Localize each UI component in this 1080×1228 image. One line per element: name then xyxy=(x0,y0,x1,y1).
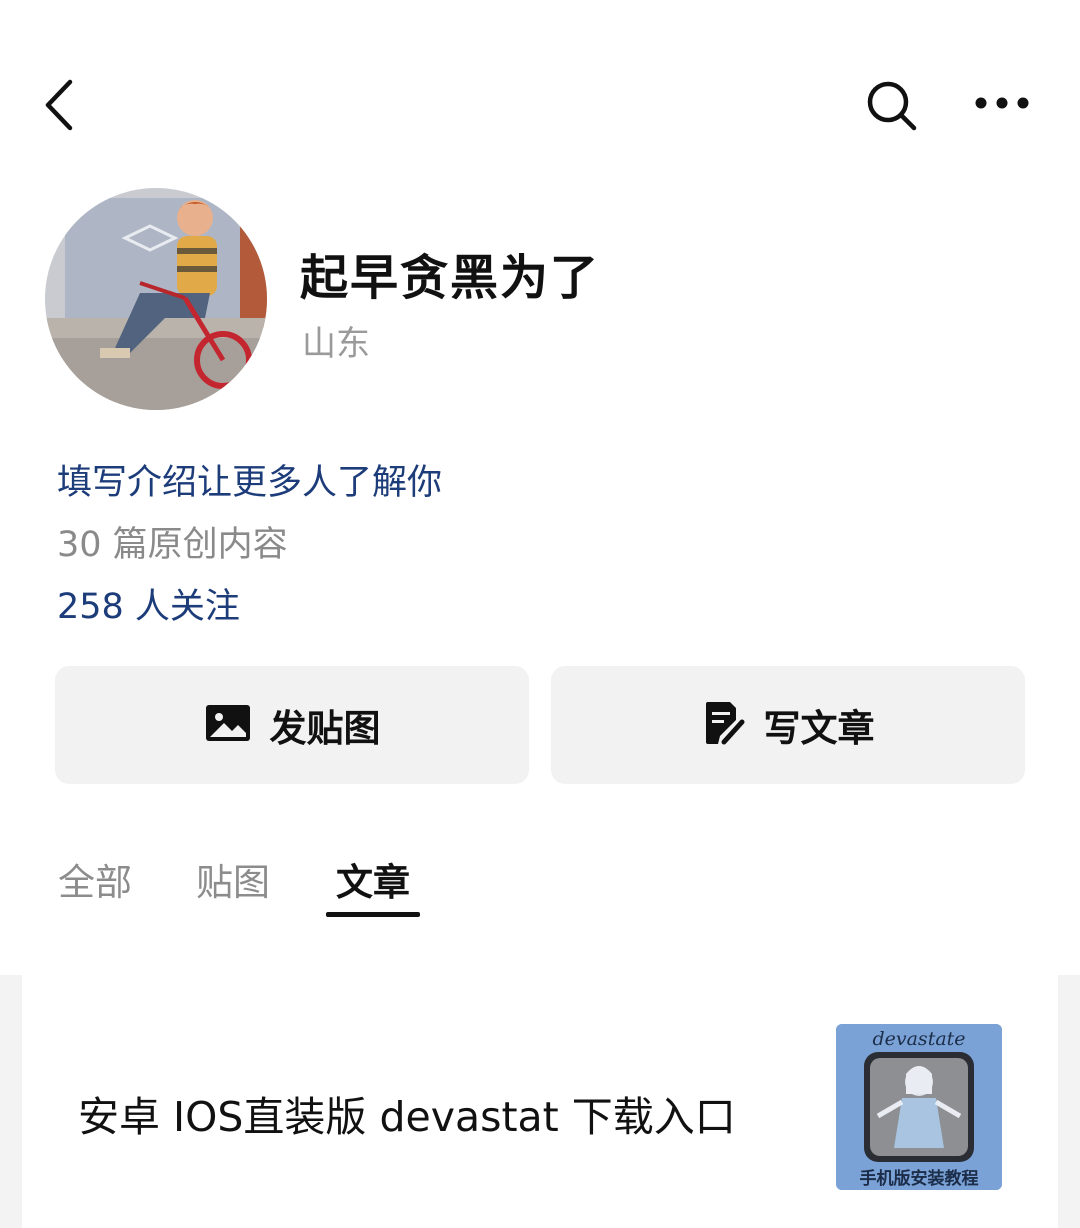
tab-posts[interactable]: 贴图 xyxy=(196,852,270,906)
tab-articles[interactable]: 文章 xyxy=(336,852,410,906)
thumbnail-bottom-text: 手机版安装教程 xyxy=(859,1169,979,1189)
article-thumbnail: devastate 手机版安装教程 xyxy=(836,1024,1002,1190)
followers-link[interactable]: 258 人关注 xyxy=(57,578,240,629)
intro-prompt-link[interactable]: 填写介绍让更多人了解你 xyxy=(57,454,442,505)
write-article-label: 写文章 xyxy=(763,707,875,750)
article-title: 安卓 IOS直装版 devastat 下载入口 xyxy=(78,1093,736,1141)
edit-note-icon xyxy=(702,700,746,750)
avatar[interactable] xyxy=(45,188,267,410)
profile-region: 山东 xyxy=(302,324,370,364)
list-item[interactable]: 安卓 IOS直装版 devastat 下载入口 devastate 手机版安装教… xyxy=(22,975,1058,1228)
active-tab-indicator xyxy=(326,912,420,917)
search-icon[interactable] xyxy=(864,78,920,134)
original-count: 30 篇原创内容 xyxy=(57,525,288,565)
chevron-left-icon[interactable] xyxy=(40,78,84,132)
thumbnail-top-text: devastate xyxy=(872,1028,966,1050)
write-article-button[interactable]: 写文章 xyxy=(551,666,1025,784)
more-horizontal-icon[interactable] xyxy=(972,88,1032,118)
post-image-button[interactable]: 发贴图 xyxy=(55,666,529,784)
top-navigation-bar xyxy=(0,0,1080,200)
profile-name: 起早贪黑为了 xyxy=(300,250,601,306)
post-image-label: 发贴图 xyxy=(269,707,381,750)
image-icon xyxy=(204,703,252,747)
content-tabs: 全部 贴图 文章 xyxy=(0,840,1080,930)
tab-all[interactable]: 全部 xyxy=(58,852,132,906)
